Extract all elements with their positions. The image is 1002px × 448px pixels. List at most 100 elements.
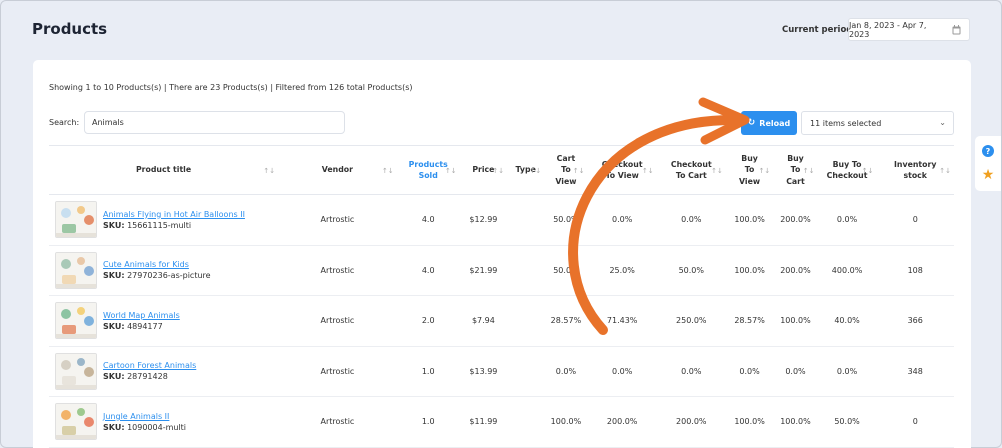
period-value: Jan 8, 2023 - Apr 7, 2023: [849, 20, 927, 39]
sort-icon[interactable]: ↑↓: [382, 166, 394, 176]
sort-icon[interactable]: ↑↓: [803, 166, 815, 176]
sku-value: 1090004-multi: [127, 422, 187, 432]
column-header-b2v[interactable]: Buy To View ↑↓: [725, 145, 774, 195]
cell-type: [507, 245, 545, 296]
cell-stock: 0: [876, 396, 954, 448]
sku-label: SKU:: [103, 422, 125, 432]
column-header-sold[interactable]: Products Sold ↑↓: [396, 145, 460, 195]
cell-product: Cute Animals for Kids SKU: 27970236-as-pi…: [49, 245, 279, 296]
columns-select[interactable]: 11 items selected ⌄: [801, 111, 954, 135]
column-header-text: View: [555, 176, 577, 186]
items-selected-value: 11 items selected: [810, 118, 882, 128]
sort-icon[interactable]: ↑↓: [530, 166, 542, 176]
cell-c2v: 0.0%: [544, 346, 588, 397]
column-header-text: Buy: [741, 154, 758, 164]
column-header-ch2c[interactable]: Checkout To Cart ↑↓: [656, 145, 726, 195]
calendar-icon: [952, 24, 961, 35]
product-thumbnail[interactable]: [55, 352, 97, 390]
table-row: Cartoon Forest Animals SKU: 28791428 Artro…: [49, 346, 954, 397]
column-header-text: Products: [408, 159, 448, 169]
search-input[interactable]: [84, 111, 345, 134]
period-label: Current period:: [782, 25, 856, 35]
sku-value: 27970236-as-picture: [127, 271, 211, 281]
column-header-b2c[interactable]: Buy To Cart ↑↓: [773, 145, 818, 195]
products-card: Showing 1 to 10 Products(s) | There are …: [33, 60, 971, 448]
period-picker[interactable]: Jan 8, 2023 - Apr 7, 2023: [848, 18, 970, 41]
column-header-title[interactable]: Product title ↑↓: [49, 145, 279, 195]
product-link[interactable]: Jungle Animals II: [103, 412, 186, 421]
product-thumbnail[interactable]: [55, 302, 97, 340]
sort-icon[interactable]: ↑↓: [862, 166, 874, 176]
product-link[interactable]: World Map Animals: [103, 311, 180, 320]
reload-button[interactable]: ↻ Reload: [741, 111, 797, 135]
product-cell: Cartoon Forest Animals SKU: 28791428: [55, 352, 278, 390]
cell-stock: 0: [876, 194, 954, 246]
column-header-vendor[interactable]: Vendor ↑↓: [278, 145, 397, 195]
cell-sold: 1.0: [396, 346, 460, 397]
cell-ch2c: 50.0%: [656, 245, 726, 296]
help-icon[interactable]: ?: [982, 145, 994, 158]
cell-b2v: 100.0%: [725, 245, 774, 296]
product-thumbnail[interactable]: [55, 201, 97, 239]
cell-ch2v: 0.0%: [587, 346, 657, 397]
column-header-b2ch[interactable]: Buy To Checkout ↑↓: [817, 145, 877, 195]
cell-type: [507, 295, 545, 347]
table-row: Animals Flying in Hot Air Balloons II SKU…: [49, 194, 954, 246]
column-header-text: Checkout: [601, 159, 643, 169]
sort-icon[interactable]: ↑↓: [445, 166, 457, 176]
column-header-text: Price: [472, 165, 495, 175]
column-header-price[interactable]: Price ↑↓: [459, 145, 508, 195]
column-header-c2v[interactable]: Cart To View ↑↓: [544, 145, 588, 195]
products-table: Product title ↑↓ Vendor ↑↓ Products Sold ↑↓ Pri…: [49, 145, 954, 448]
column-header-stock[interactable]: Inventory stock ↑↓: [876, 145, 954, 195]
cell-type: [507, 346, 545, 397]
sort-icon[interactable]: ↑↓: [642, 166, 654, 176]
column-header-text: View: [739, 176, 761, 186]
cell-vendor: Artrostic: [278, 396, 397, 448]
cell-ch2c: 200.0%: [656, 396, 726, 448]
product-link[interactable]: Animals Flying in Hot Air Balloons II: [103, 210, 245, 219]
cell-vendor: Artrostic: [278, 245, 397, 296]
cell-stock: 108: [876, 245, 954, 296]
sort-icon[interactable]: ↑↓: [711, 166, 723, 176]
refresh-icon: ↻: [747, 118, 756, 128]
results-summary: Showing 1 to 10 Products(s) | There are …: [49, 83, 413, 92]
cell-b2v: 100.0%: [725, 194, 774, 246]
sort-icon[interactable]: ↑↓: [573, 166, 585, 176]
column-header-text: Buy: [787, 154, 804, 164]
cell-price: $7.94: [459, 295, 508, 347]
sort-icon[interactable]: ↑↓: [492, 166, 504, 176]
cell-product: World Map Animals SKU: 4894177: [49, 295, 279, 347]
star-icon[interactable]: ★: [982, 168, 995, 182]
sort-icon[interactable]: ↑↓: [759, 166, 771, 176]
table-row: Jungle Animals II SKU: 1090004-multi Artro…: [49, 396, 954, 448]
chevron-down-icon: ⌄: [939, 118, 946, 127]
column-header-text: Cart: [786, 176, 805, 186]
cell-ch2c: 0.0%: [656, 346, 726, 397]
cell-b2ch: 40.0%: [817, 295, 877, 347]
cell-sold: 2.0: [396, 295, 460, 347]
cell-ch2v: 71.43%: [587, 295, 657, 347]
column-header-text: Product title: [135, 165, 192, 175]
cell-b2v: 28.57%: [725, 295, 774, 347]
product-thumbnail[interactable]: [55, 403, 97, 441]
cell-c2v: 28.57%: [544, 295, 588, 347]
product-thumbnail[interactable]: [55, 251, 97, 289]
column-header-ch2v[interactable]: Checkout To View ↑↓: [587, 145, 657, 195]
sku-value: 28791428: [127, 372, 168, 382]
cell-b2c: 0.0%: [773, 346, 818, 397]
cell-sold: 1.0: [396, 396, 460, 448]
cell-ch2v: 200.0%: [587, 396, 657, 448]
column-header-text: Cart: [556, 154, 576, 164]
product-link[interactable]: Cute Animals for Kids: [103, 260, 211, 269]
cell-b2ch: 0.0%: [817, 194, 877, 246]
column-header-type[interactable]: Type ↑↓: [507, 145, 545, 195]
product-link[interactable]: Cartoon Forest Animals: [103, 361, 196, 370]
column-header-text: Checkout: [670, 159, 712, 169]
sort-icon[interactable]: ↑↓: [939, 166, 951, 176]
sku-label: SKU:: [103, 271, 125, 281]
product-info: World Map Animals SKU: 4894177: [103, 311, 180, 331]
sort-icon[interactable]: ↑↓: [263, 166, 275, 176]
cell-product: Cartoon Forest Animals SKU: 28791428: [49, 346, 279, 397]
column-header-text: To: [790, 165, 801, 175]
